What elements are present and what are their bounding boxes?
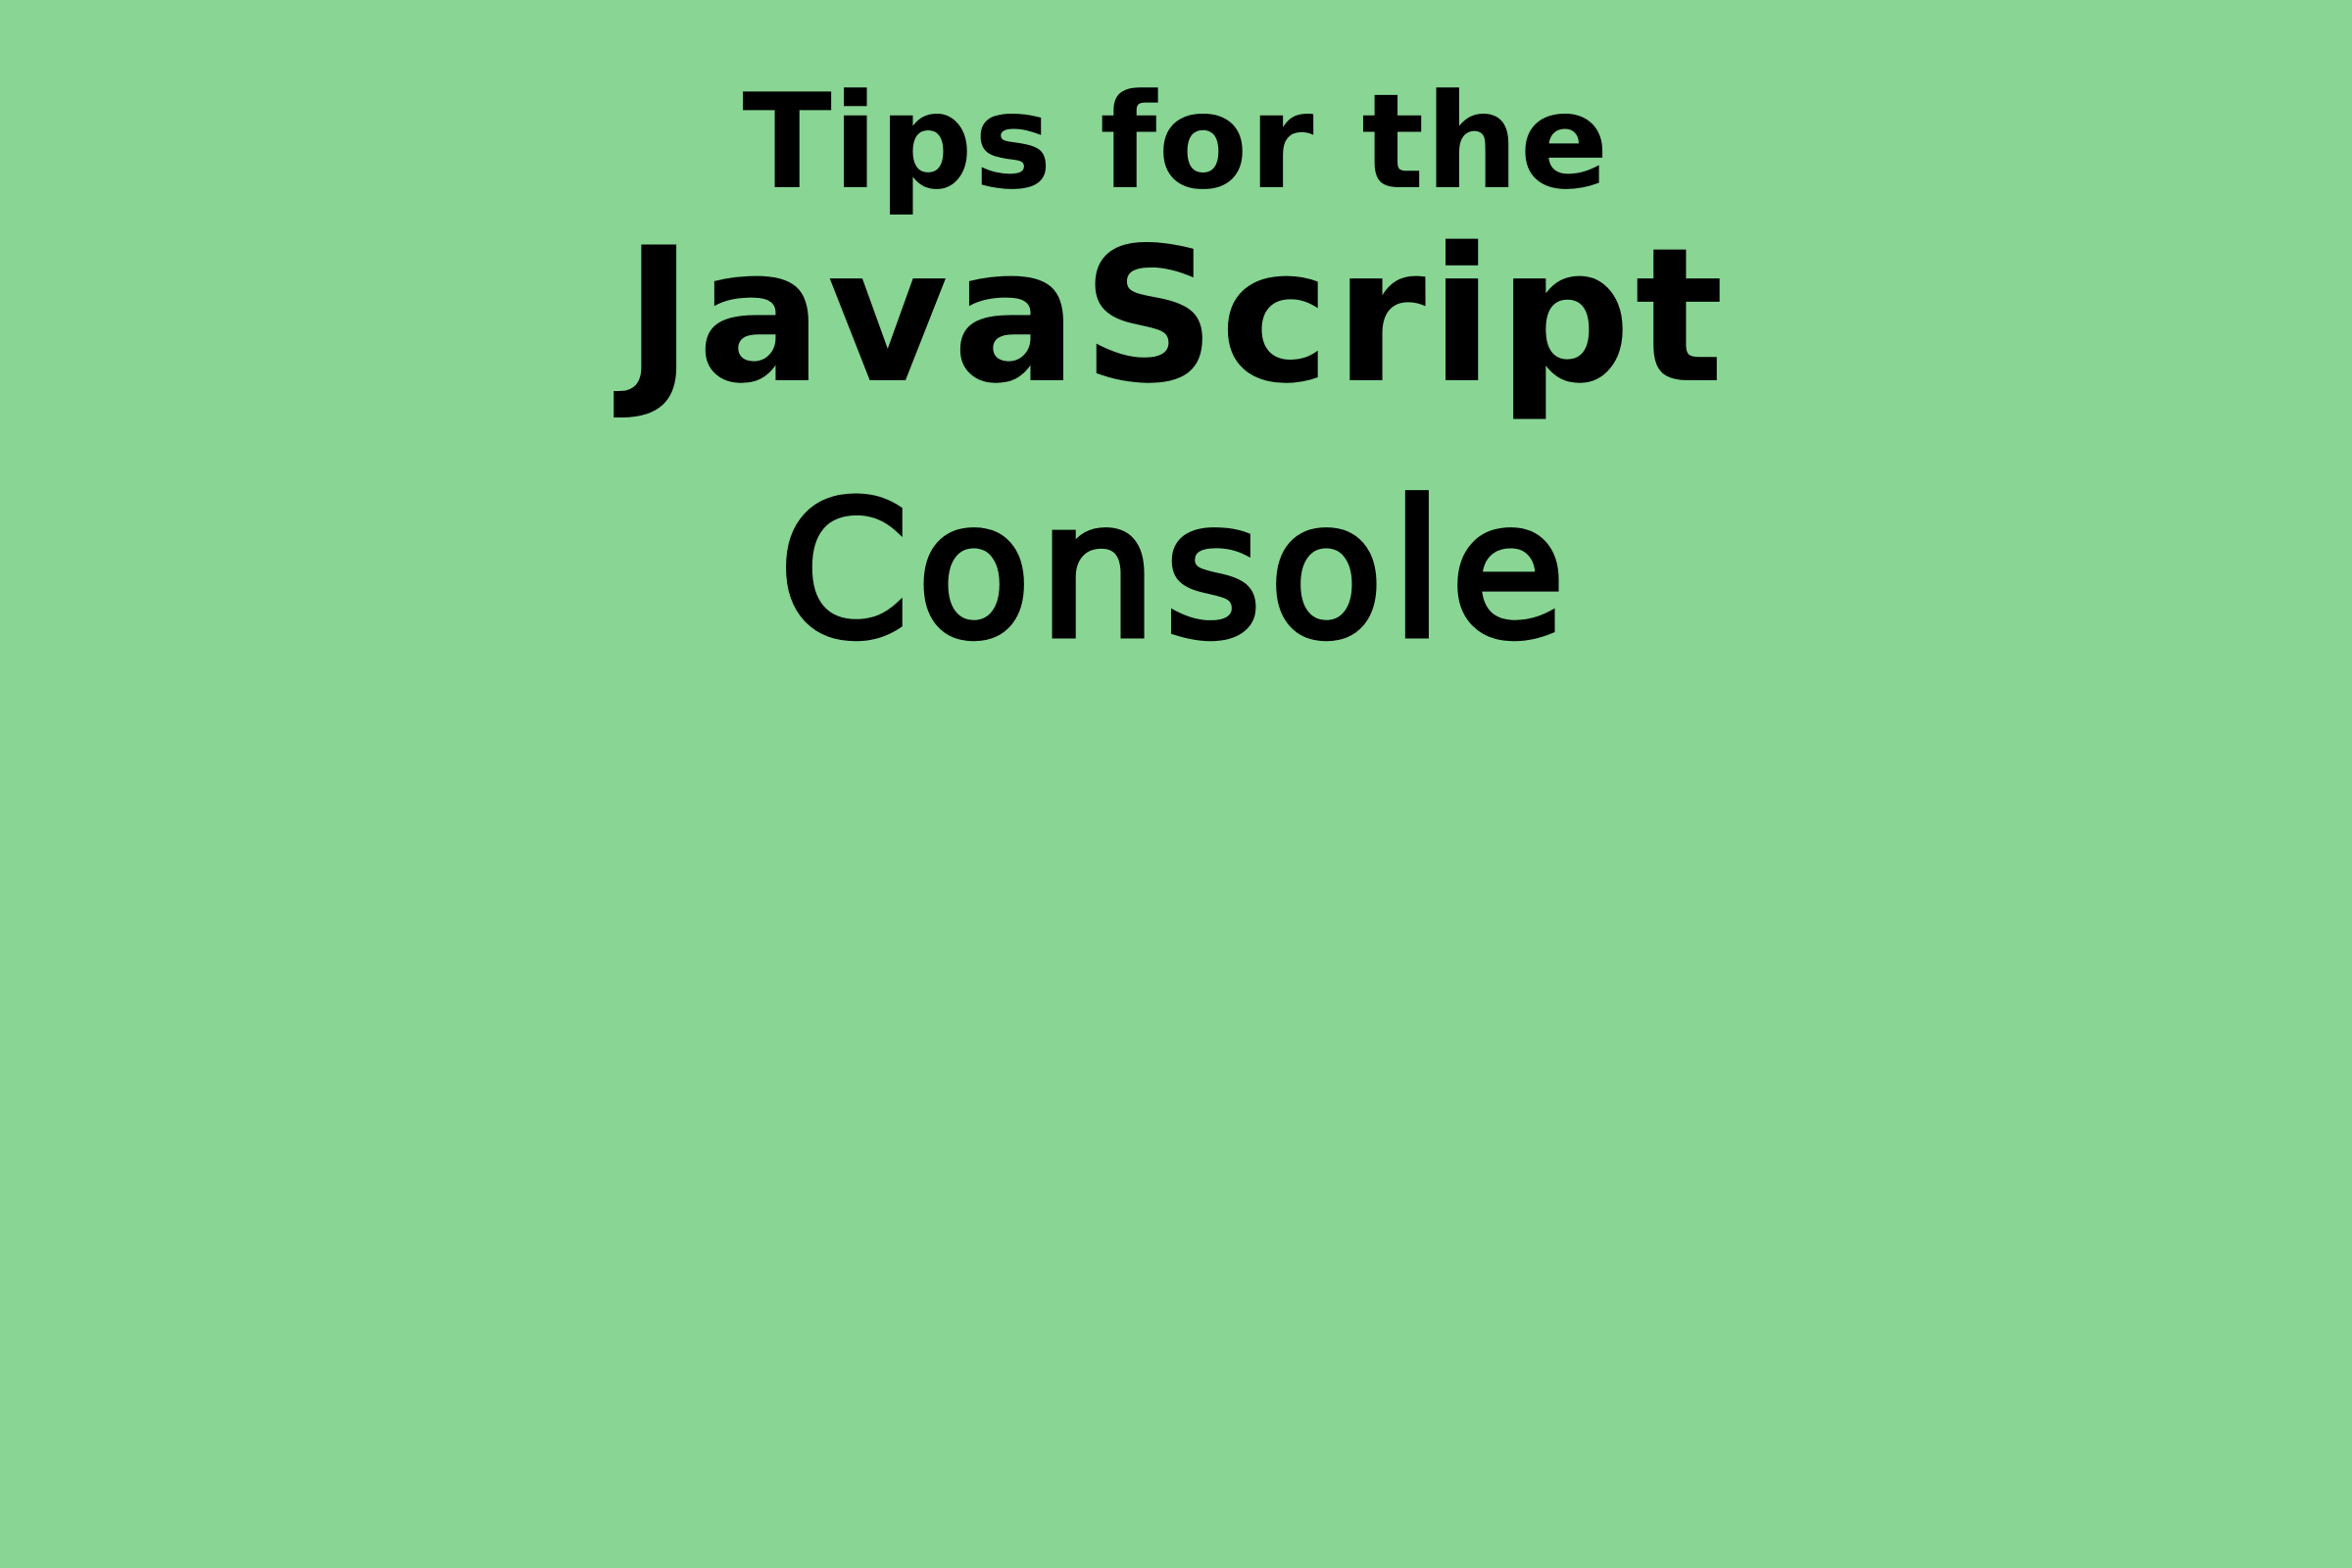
title-line-console: Console (775, 463, 1574, 679)
title-line-tips: Tips for the (742, 66, 1610, 219)
title-block: Tips for the JavaScript Console (0, 0, 2352, 706)
title-line-javascript: JavaScript (623, 208, 1729, 424)
